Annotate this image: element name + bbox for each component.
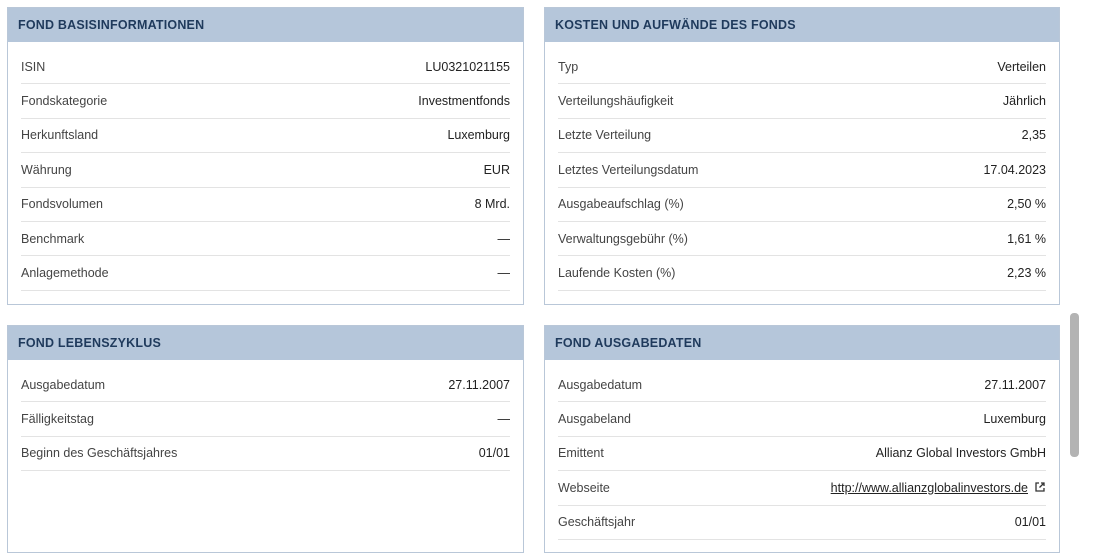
info-list: Ausgabedatum 27.11.2007 Fälligkeitstag —… bbox=[8, 360, 523, 472]
card-kosten-und-aufwaende: KOSTEN UND AUFWÄNDE DES FONDS Typ Vertei… bbox=[544, 7, 1060, 305]
info-row-ausgabedatum: Ausgabedatum 27.11.2007 bbox=[558, 368, 1046, 403]
info-row-verwaltungsgebuehr: Verwaltungsgebühr (%) 1,61 % bbox=[558, 222, 1046, 257]
row-label: Anlagemethode bbox=[21, 266, 109, 281]
row-value: LU0321021155 bbox=[425, 59, 510, 74]
info-row-waehrung: Währung EUR bbox=[21, 153, 510, 188]
row-value: 2,23 % bbox=[1007, 266, 1046, 281]
row-value: 17.04.2023 bbox=[983, 162, 1046, 177]
external-link-icon[interactable] bbox=[1034, 481, 1046, 493]
info-row-fondsvolumen: Fondsvolumen 8 Mrd. bbox=[21, 188, 510, 222]
info-row-letzte-verteilung: Letzte Verteilung 2,35 bbox=[558, 119, 1046, 154]
row-value: Allianz Global Investors GmbH bbox=[875, 446, 1046, 461]
card-fond-ausgabedaten: FOND AUSGABEDATEN Ausgabedatum 27.11.200… bbox=[544, 325, 1060, 553]
page-scrollbar-thumb[interactable] bbox=[1070, 313, 1079, 457]
info-row-verteilungshaeufigkeit: Verteilungshäufigkeit Jährlich bbox=[558, 84, 1046, 119]
info-row-benchmark: Benchmark — bbox=[21, 222, 511, 257]
card-title: FOND BASISINFORMATIONEN bbox=[18, 18, 205, 32]
row-label: Fondsvolumen bbox=[21, 197, 103, 212]
row-value: Jährlich bbox=[1002, 94, 1046, 109]
info-row-ausgabedatum: Ausgabedatum 27.11.2007 bbox=[21, 368, 510, 403]
row-value: 2,35 bbox=[1021, 128, 1046, 143]
card-header: FOND AUSGABEDATEN bbox=[545, 326, 1059, 360]
row-label: Beginn des Geschäftsjahres bbox=[21, 446, 178, 461]
row-value: 27.11.2007 bbox=[984, 377, 1046, 392]
card-header: FOND LEBENSZYKLUS bbox=[8, 326, 523, 360]
info-row-beginn-geschaeftsjahr: Beginn des Geschäftsjahres 01/01 bbox=[21, 437, 510, 472]
row-value: Verteilen bbox=[997, 59, 1046, 74]
row-label: Fondskategorie bbox=[21, 94, 108, 109]
info-list: ISIN LU0321021155 Fondskategorie Investm… bbox=[8, 42, 523, 291]
info-row-fondskategorie: Fondskategorie Investmentfonds bbox=[21, 84, 510, 119]
row-label: Geschäftsjahr bbox=[558, 515, 636, 530]
row-value: 27.11.2007 bbox=[448, 377, 510, 392]
row-label: Ausgabedatum bbox=[21, 377, 106, 392]
info-row-faelligkeitstag: Fälligkeitstag — bbox=[21, 402, 511, 437]
row-label: Letzte Verteilung bbox=[558, 128, 652, 143]
row-label: Typ bbox=[558, 59, 579, 74]
webseite-link[interactable]: http://www.allianzglobalinvestors.de bbox=[831, 481, 1028, 495]
row-label: Letztes Verteilungsdatum bbox=[558, 162, 699, 177]
card-fond-basisinformationen: FOND BASISINFORMATIONEN ISIN LU032102115… bbox=[7, 7, 524, 305]
row-label: Fälligkeitstag bbox=[21, 412, 94, 427]
info-row-ausgabeaufschlag: Ausgabeaufschlag (%) 2,50 % bbox=[558, 188, 1046, 222]
row-value: Luxemburg bbox=[983, 412, 1046, 427]
info-row-ausgabeland: Ausgabeland Luxemburg bbox=[558, 402, 1046, 437]
row-value: Luxemburg bbox=[447, 128, 510, 143]
row-value: Investmentfonds bbox=[418, 94, 510, 109]
info-row-typ: Typ Verteilen bbox=[558, 50, 1046, 85]
info-list: Typ Verteilen Verteilungshäufigkeit Jähr… bbox=[545, 42, 1059, 291]
row-label: Laufende Kosten (%) bbox=[558, 266, 676, 281]
card-fond-lebenszyklus: FOND LEBENSZYKLUS Ausgabedatum 27.11.200… bbox=[7, 325, 524, 553]
row-value: 1,61 % bbox=[1007, 231, 1046, 246]
row-value: EUR bbox=[483, 162, 510, 177]
row-value: — bbox=[497, 412, 511, 427]
card-title: KOSTEN UND AUFWÄNDE DES FONDS bbox=[555, 18, 796, 32]
card-header: FOND BASISINFORMATIONEN bbox=[8, 8, 523, 42]
row-value: — bbox=[497, 231, 511, 246]
row-label: Ausgabedatum bbox=[558, 377, 643, 392]
card-header: KOSTEN UND AUFWÄNDE DES FONDS bbox=[545, 8, 1059, 42]
info-row-anlagemethode: Anlagemethode — bbox=[21, 256, 511, 291]
row-label: ISIN bbox=[21, 59, 46, 74]
row-value: 8 Mrd. bbox=[474, 197, 510, 212]
info-row-letztes-verteilungsdatum: Letztes Verteilungsdatum 17.04.2023 bbox=[558, 153, 1046, 188]
info-row-herkunftsland: Herkunftsland Luxemburg bbox=[21, 119, 510, 154]
row-label: Emittent bbox=[558, 446, 604, 461]
card-title: FOND LEBENSZYKLUS bbox=[18, 336, 161, 350]
row-label: Verwaltungsgebühr (%) bbox=[558, 231, 688, 246]
row-value: 01/01 bbox=[478, 446, 510, 461]
row-label: Ausgabeaufschlag (%) bbox=[558, 197, 684, 212]
row-label: Währung bbox=[21, 162, 72, 177]
info-row-geschaeftsjahr: Geschäftsjahr 01/01 bbox=[558, 506, 1046, 540]
row-value: 01/01 bbox=[1014, 515, 1046, 530]
info-row-emittent: Emittent Allianz Global Investors GmbH bbox=[558, 437, 1046, 472]
info-list: Ausgabedatum 27.11.2007 Ausgabeland Luxe… bbox=[545, 360, 1059, 540]
info-row-webseite: Webseite http://www.allianzglobalinvesto… bbox=[558, 471, 1046, 506]
row-label: Ausgabeland bbox=[558, 412, 631, 427]
webseite-link-wrapper: http://www.allianzglobalinvestors.de bbox=[831, 481, 1046, 495]
row-value: 2,50 % bbox=[1007, 197, 1046, 212]
row-label: Webseite bbox=[558, 480, 610, 495]
row-value: — bbox=[497, 266, 511, 281]
row-label: Verteilungshäufigkeit bbox=[558, 94, 674, 109]
row-label: Benchmark bbox=[21, 231, 85, 246]
row-label: Herkunftsland bbox=[21, 128, 99, 143]
info-row-isin: ISIN LU0321021155 bbox=[21, 50, 510, 85]
info-row-laufende-kosten: Laufende Kosten (%) 2,23 % bbox=[558, 256, 1046, 291]
card-title: FOND AUSGABEDATEN bbox=[555, 336, 702, 350]
